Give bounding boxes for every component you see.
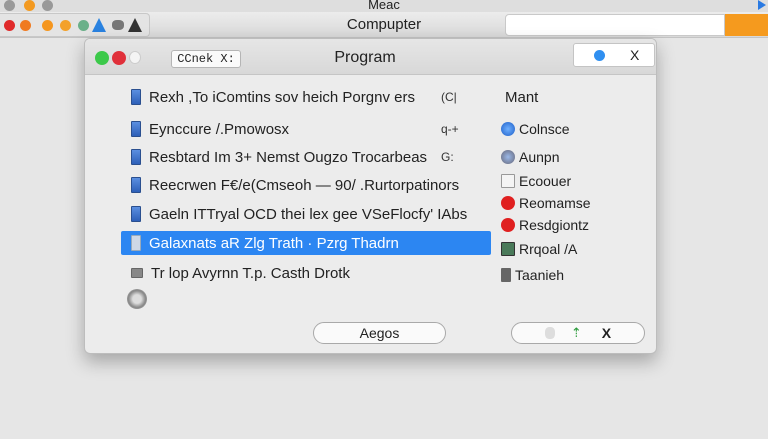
side-item-label: Aunpn <box>519 149 560 165</box>
side-item-label: Ecoouer <box>519 173 572 189</box>
document-icon <box>131 177 141 193</box>
at-icon <box>501 150 515 164</box>
close-label: X <box>630 47 640 63</box>
list-item-label: Resbtard Im 3+ Nemst Ougzo Trocarbeas <box>149 148 428 166</box>
list-item-label: Rexh ,To iComtins sov heich Porgnv ers <box>149 88 415 106</box>
x-label: X <box>601 325 612 341</box>
side-item[interactable]: Rrqoal /A <box>501 239 577 259</box>
shortcut: q-+ <box>441 122 459 136</box>
side-heading: Mant <box>505 89 539 106</box>
list-item[interactable]: Tr lop Avyrnn T.p. Casth Drotk <box>121 261 491 285</box>
shortcut: G: <box>441 150 454 164</box>
hand-icon[interactable] <box>60 20 71 31</box>
app-title: Meac <box>368 0 400 12</box>
triangle-icon[interactable] <box>128 18 142 32</box>
flame-icon[interactable] <box>20 20 31 31</box>
green-traffic-light[interactable] <box>95 51 109 65</box>
orange-button[interactable] <box>725 14 768 36</box>
disc-icon[interactable] <box>127 289 147 309</box>
drop-icon[interactable] <box>92 18 106 32</box>
toolbar-icon-group <box>0 13 150 37</box>
side-item[interactable]: Reomamse <box>501 193 591 213</box>
list-item[interactable]: Resbtard Im 3+ Nemst Ougzo Trocarbeas G: <box>121 145 491 169</box>
red-dot-icon <box>501 196 515 210</box>
document-icon <box>131 149 141 165</box>
action-button[interactable]: ⇡ X <box>511 322 645 344</box>
orange-icon[interactable] <box>42 20 53 31</box>
list-item-label: Eynccure /.Pmowosx <box>149 120 290 138</box>
list-item-label: Tr lop Avyrnn T.p. Casth Drotk <box>151 264 350 282</box>
blue-dot-icon <box>594 50 605 61</box>
document-icon <box>131 89 141 105</box>
red-traffic-light[interactable] <box>112 51 126 65</box>
globe-icon <box>501 122 515 136</box>
side-item-label: Resdgiontz <box>519 217 590 233</box>
list-item[interactable]: Reecrwen F€/e(Cmseoh — 90/ .Rurtorpatino… <box>121 173 491 197</box>
dialog-title: Program <box>334 49 396 66</box>
side-item-label: Colnsce <box>519 121 570 137</box>
list-item-label: Galaxnats aR Zlg Trath · Pzrg Thadrn <box>149 234 399 252</box>
tool-icon[interactable] <box>112 20 124 30</box>
list-item[interactable]: Rexh ,To iComtins sov heich Porgnv ers (C… <box>121 85 491 109</box>
blob-icon <box>544 327 555 339</box>
drive-icon <box>131 268 143 278</box>
side-item-label: Rrqoal /A <box>519 241 578 257</box>
white-traffic-light[interactable] <box>129 51 141 64</box>
list-item-label: Gaeln ITTryal OCD thei lex gee VSeFlocfy… <box>149 205 468 223</box>
menu-bar: Meac <box>0 0 768 12</box>
list-item[interactable]: Gaeln ITTryal OCD thei lex gee VSeFlocfy… <box>121 202 491 226</box>
file-icon <box>501 174 515 188</box>
list-item-selected[interactable]: Galaxnats aR Zlg Trath · Pzrg Thadrn <box>121 231 491 255</box>
document-icon <box>131 206 141 222</box>
side-item[interactable]: Resdgiontz <box>501 215 589 235</box>
side-item-label: Reomamse <box>519 195 591 211</box>
close-field[interactable]: X <box>573 43 655 67</box>
dialog-titlebar: CCnek X: Program X <box>85 39 656 75</box>
side-item[interactable]: Colnsce <box>501 119 570 139</box>
search-input[interactable] <box>505 14 725 36</box>
leaf-icon[interactable] <box>78 20 89 31</box>
document-icon <box>131 235 141 251</box>
program-dialog: CCnek X: Program X Rexh ,To iComtins sov… <box>84 38 657 354</box>
document-icon <box>131 121 141 137</box>
shortcut: (C| <box>441 90 457 104</box>
aegos-button[interactable]: Aegos <box>313 322 446 344</box>
side-item[interactable]: Aunpn <box>501 147 559 167</box>
list-item[interactable]: Eynccure /.Pmowosx q-+ <box>121 117 491 141</box>
red-icon[interactable] <box>4 20 15 31</box>
side-item[interactable]: Ecoouer <box>501 171 571 191</box>
bookmark-icon <box>501 268 511 282</box>
list-item-label: Reecrwen F€/e(Cmseoh — 90/ .Rurtorpatino… <box>149 176 460 194</box>
play-icon[interactable] <box>758 0 766 10</box>
monitor-icon <box>501 242 515 256</box>
red-dot-icon <box>501 218 515 232</box>
side-item-label: Taanieh <box>515 267 565 283</box>
title-field[interactable]: CCnek X: <box>171 50 241 68</box>
side-item[interactable]: Taanieh <box>501 265 564 285</box>
up-arrow-icon: ⇡ <box>570 325 582 340</box>
